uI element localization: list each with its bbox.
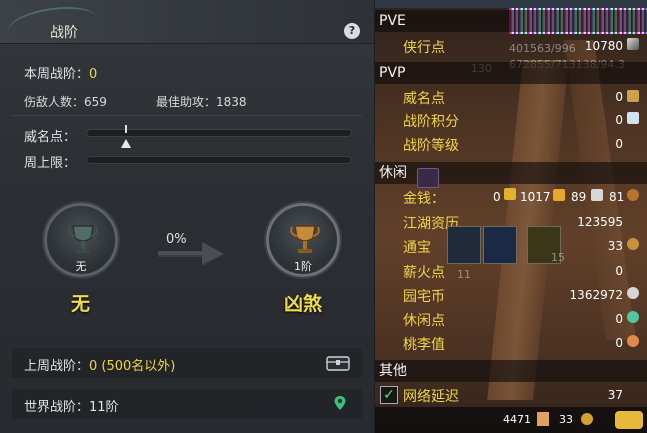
next-medal-caption: 1阶: [294, 260, 312, 273]
sword-icon: [627, 38, 639, 50]
leisure-item-label: 薪火点: [403, 265, 445, 281]
item-slot: [447, 226, 481, 264]
gold-label: 金钱：: [403, 191, 445, 207]
panel-title: 战阶: [50, 25, 78, 41]
item-slot-badge: 15: [551, 251, 565, 264]
kills-value: 659: [84, 95, 107, 109]
leisure-item-label: 桃李值: [403, 337, 445, 353]
section-pve-header: PVE: [375, 10, 647, 32]
next-medal: 1阶: [266, 203, 340, 277]
currency-panel: 401563/996 130 672855/713138/94.3 PVE 侠行…: [375, 0, 647, 433]
best-assist-value: 1838: [216, 95, 247, 109]
copper-icon: [627, 189, 639, 201]
pvp-item-value: 0: [615, 90, 623, 104]
gold-value: 81: [609, 190, 625, 204]
leisure-item-value: 0: [615, 336, 623, 350]
section-other-header: 其他: [375, 360, 647, 382]
prestige-icon: [627, 90, 639, 102]
latency-label: 网络延迟: [403, 389, 459, 405]
best-assist-stat: 最佳助攻：1838: [156, 95, 247, 109]
prestige-label: 威名点：: [24, 130, 77, 145]
cup-icon: [290, 225, 320, 253]
bottom-bar: 4471 33: [375, 407, 647, 433]
divider: [12, 115, 362, 116]
ticket-icon: [537, 412, 549, 426]
gold-value: 89: [571, 190, 587, 204]
pve-item-value: 10780: [584, 39, 623, 53]
rank-score-icon: [627, 112, 639, 124]
section-leisure-header: 休闲: [375, 162, 647, 184]
bottom-value: 33: [559, 413, 573, 426]
leisure-point-icon: [627, 311, 639, 323]
leisure-item-value: 1362972: [569, 288, 623, 302]
latency-checkbox[interactable]: ✓: [380, 386, 398, 404]
treasure-icon[interactable]: [615, 411, 643, 429]
peach-icon: [627, 335, 639, 347]
weekly-rank-label: 本周战阶：0: [24, 67, 98, 82]
world-rank-value: 11阶: [89, 400, 119, 415]
weekly-rank-value: 0: [89, 67, 98, 82]
battle-rank-panel: 战阶 ? 本周战阶：0 伤敌人数：659 最佳助攻：1838 威名点： 周上限：: [0, 0, 374, 433]
leisure-item-label: 休闲点: [403, 313, 445, 329]
leisure-item-label: 通宝: [403, 240, 431, 256]
arrow-right-icon: [158, 242, 224, 266]
background-text: 401563/996: [509, 42, 576, 55]
gold-ingot-icon: [504, 188, 516, 200]
item-slot: [483, 226, 517, 264]
last-week-label: 上周战阶：: [24, 359, 90, 374]
coin-icon: [581, 413, 593, 425]
pvp-item-label: 战阶等级: [403, 138, 459, 154]
pve-item-label: 侠行点: [403, 40, 445, 56]
pvp-item-value: 0: [615, 113, 623, 127]
chest-icon[interactable]: [326, 354, 350, 372]
prestige-marker-icon: [121, 125, 131, 148]
panel-header: 战阶 ?: [0, 0, 374, 49]
leisure-item-value: 0: [615, 312, 623, 326]
house-coin-icon: [627, 287, 639, 299]
next-medal-name: 凶煞: [284, 293, 323, 315]
last-week-rank-row: 上周战阶：0 (500名以外): [12, 348, 362, 378]
current-medal-name: 无: [71, 293, 91, 315]
leisure-item-value: 0: [615, 264, 623, 278]
kills-stat: 伤敌人数：659: [24, 95, 107, 109]
gold-value: 1017: [520, 190, 551, 204]
help-icon[interactable]: ?: [344, 23, 360, 39]
leisure-item-label: 园宅币: [403, 289, 445, 305]
pvp-item-value: 0: [615, 137, 623, 151]
coin-icon: [627, 238, 639, 250]
bottom-value: 4471: [503, 413, 531, 426]
gold-coin-icon: [553, 189, 565, 201]
current-medal-caption: 无: [75, 260, 87, 273]
section-pvp-header: PVP: [375, 62, 647, 84]
world-rank-label: 世界战阶：: [24, 400, 90, 415]
latency-value: 37: [607, 388, 623, 402]
item-slot-badge: 11: [457, 268, 471, 281]
current-medal: 无: [44, 203, 118, 277]
silver-icon: [591, 189, 603, 201]
item-slot-icon: [417, 168, 439, 188]
weekly-cap-progress-bar: [86, 156, 352, 164]
world-rank-row: 世界战阶：11阶: [12, 389, 362, 419]
weekly-cap-label: 周上限：: [24, 156, 77, 171]
leisure-item-value: 33: [607, 239, 623, 253]
pvp-item-label: 威名点: [403, 91, 445, 107]
last-week-value: 0 (500名以外): [89, 359, 176, 374]
cup-icon: [68, 225, 98, 253]
pvp-item-label: 战阶积分: [403, 114, 459, 130]
top-strip: [375, 0, 647, 8]
location-pin-icon[interactable]: [334, 395, 346, 411]
gold-value: 0: [493, 190, 501, 204]
leisure-item-value: 123595: [577, 215, 623, 229]
